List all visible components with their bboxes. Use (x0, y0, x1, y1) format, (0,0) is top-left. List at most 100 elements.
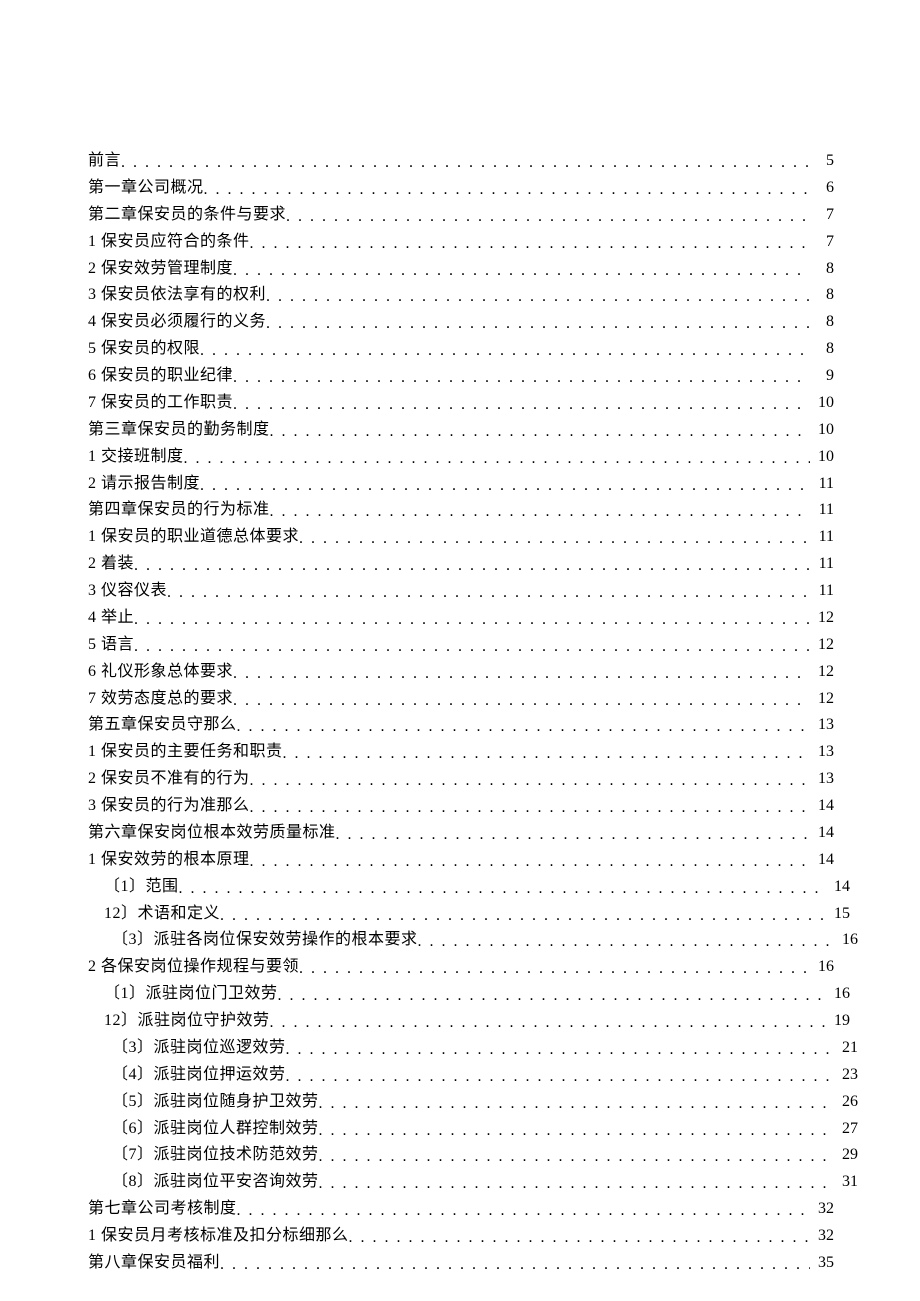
toc-entry: 12〕术语和定义15 (88, 901, 850, 928)
toc-entry-page: 14 (810, 847, 834, 874)
toc-entry-title: 1 保安员的主要任务和职责 (88, 739, 283, 766)
toc-leader-dots (233, 365, 810, 392)
toc-entry-title: 〔3〕派驻岗位巡逻效劳 (112, 1035, 286, 1062)
toc-entry-title: 第六章保安岗位根本效劳质量标准 (88, 820, 336, 847)
toc-entry: 3 保安员依法享有的权利8 (88, 282, 834, 309)
toc-entry: 5 语言 12 (88, 632, 834, 659)
toc-entry-title: 第八章保安员福利 (88, 1250, 220, 1277)
toc-leader-dots (250, 849, 810, 876)
toc-entry-title: 12〕派驻岗位守护效劳 (104, 1008, 270, 1035)
toc-entry: 〔3〕派驻各岗位保安效劳操作的根本要求 16 (88, 927, 858, 954)
toc-entry-page: 10 (810, 390, 834, 417)
toc-entry-page: 13 (810, 739, 834, 766)
toc-leader-dots (336, 822, 810, 849)
toc-entry-page: 31 (834, 1169, 858, 1196)
toc-entry-title: 12〕术语和定义 (104, 901, 220, 928)
toc-leader-dots (167, 580, 810, 607)
toc-entry-page: 12 (810, 605, 834, 632)
toc-entry-title: 6 礼仪形象总体要求 (88, 659, 233, 686)
toc-entry-title: 6 保安员的职业纪律 (88, 363, 233, 390)
toc-entry-title: 2 各保安岗位操作规程与要领 (88, 954, 299, 981)
toc-entry-title: 第一章公司概况 (88, 175, 204, 202)
toc-entry: 5 保安员的权限8 (88, 336, 834, 363)
toc-leader-dots (220, 1252, 810, 1279)
toc-leader-dots (200, 473, 810, 500)
toc-entry-page: 26 (834, 1089, 858, 1116)
toc-entry: 1 保安员应符合的条件 7 (88, 229, 834, 256)
toc-entry: 2 各保安岗位操作规程与要领16 (88, 954, 834, 981)
toc-leader-dots (250, 768, 810, 795)
toc-entry-title: 3 保安员依法享有的权利 (88, 282, 266, 309)
toc-entry-title: 第三章保安员的勤务制度 (88, 417, 270, 444)
toc-entry-page: 5 (810, 148, 834, 175)
toc-entry-title: 〔7〕派驻岗位技术防范效劳 (112, 1142, 319, 1169)
toc-leader-dots (184, 446, 810, 473)
toc-entry-page: 8 (810, 309, 834, 336)
toc-entry: 2 着装 11 (88, 551, 834, 578)
toc-leader-dots (237, 1198, 810, 1225)
toc-entry-title: 5 保安员的权限 (88, 336, 200, 363)
toc-entry-title: 〔4〕派驻岗位押运效劳 (112, 1062, 286, 1089)
toc-leader-dots (200, 338, 810, 365)
toc-entry-page: 11 (810, 524, 834, 551)
toc-leader-dots (134, 634, 810, 661)
toc-entry: 第二章保安员的条件与要求7 (88, 202, 834, 229)
toc-entry: 1 保安员月考核标准及扣分标细那么32 (88, 1223, 834, 1250)
toc-entry: 6 保安员的职业纪律9 (88, 363, 834, 390)
toc-leader-dots (270, 499, 810, 526)
toc-entry-page: 14 (810, 793, 834, 820)
toc-leader-dots (319, 1144, 834, 1171)
toc-entry-title: 1 保安员的职业道德总体要求 (88, 524, 299, 551)
toc-entry-page: 21 (834, 1035, 858, 1062)
toc-leader-dots (233, 661, 810, 688)
toc-leader-dots (250, 231, 810, 258)
toc-leader-dots (233, 688, 810, 715)
toc-entry: 2 保安效劳管理制度8 (88, 256, 834, 283)
toc-entry-title: 〔5〕派驻岗位随身护卫效劳 (112, 1089, 319, 1116)
toc-leader-dots (134, 607, 810, 634)
toc-leader-dots (270, 1010, 826, 1037)
toc-entry-page: 8 (810, 256, 834, 283)
toc-entry-page: 12 (810, 659, 834, 686)
toc-entry: 第三章保安员的勤务制度10 (88, 417, 834, 444)
toc-entry: 第五章保安员守那么13 (88, 712, 834, 739)
toc-entry-page: 6 (810, 175, 834, 202)
toc-entry-title: 5 语言 (88, 632, 134, 659)
toc-leader-dots (278, 983, 826, 1010)
toc-leader-dots (286, 1064, 834, 1091)
table-of-contents: 前言5第一章公司概况6第二章保安员的条件与要求71 保安员应符合的条件72 保安… (88, 148, 834, 1277)
toc-entry: 1 保安员的主要任务和职责 13 (88, 739, 834, 766)
toc-entry: 〔1〕派驻岗位门卫效劳 16 (88, 981, 850, 1008)
toc-entry: 〔8〕派驻岗位平安咨询效劳31 (88, 1169, 858, 1196)
toc-leader-dots (179, 876, 826, 903)
toc-entry-title: 第四章保安员的行为标准 (88, 497, 270, 524)
toc-entry-page: 13 (810, 712, 834, 739)
toc-leader-dots (134, 553, 810, 580)
toc-entry: 2 请示报告制度11 (88, 471, 834, 498)
toc-entry-title: 〔1〕派驻岗位门卫效劳 (104, 981, 278, 1008)
toc-leader-dots (233, 392, 810, 419)
toc-entry-page: 19 (826, 1008, 850, 1035)
toc-entry-page: 29 (834, 1142, 858, 1169)
toc-entry-page: 16 (826, 981, 850, 1008)
toc-entry: 〔5〕派驻岗位随身护卫效劳 26 (88, 1089, 858, 1116)
toc-entry-title: 1 保安员应符合的条件 (88, 229, 250, 256)
toc-entry-page: 11 (810, 471, 834, 498)
toc-leader-dots (319, 1171, 834, 1198)
toc-entry: 第八章保安员福利 35 (88, 1250, 834, 1277)
toc-entry-page: 12 (810, 632, 834, 659)
toc-entry-page: 16 (834, 927, 858, 954)
toc-entry-page: 35 (810, 1250, 834, 1277)
toc-leader-dots (283, 741, 810, 768)
toc-entry: 〔3〕派驻岗位巡逻效劳 21 (88, 1035, 858, 1062)
toc-entry-page: 7 (810, 229, 834, 256)
toc-entry-page: 10 (810, 444, 834, 471)
toc-leader-dots (266, 311, 810, 338)
toc-leader-dots (121, 150, 810, 177)
toc-entry-page: 11 (810, 578, 834, 605)
toc-entry-title: 〔1〕范围 (104, 874, 179, 901)
toc-entry-page: 27 (834, 1116, 858, 1143)
toc-entry-page: 11 (810, 551, 834, 578)
toc-entry-title: 2 着装 (88, 551, 134, 578)
toc-entry-title: 〔3〕派驻各岗位保安效劳操作的根本要求 (112, 927, 418, 954)
